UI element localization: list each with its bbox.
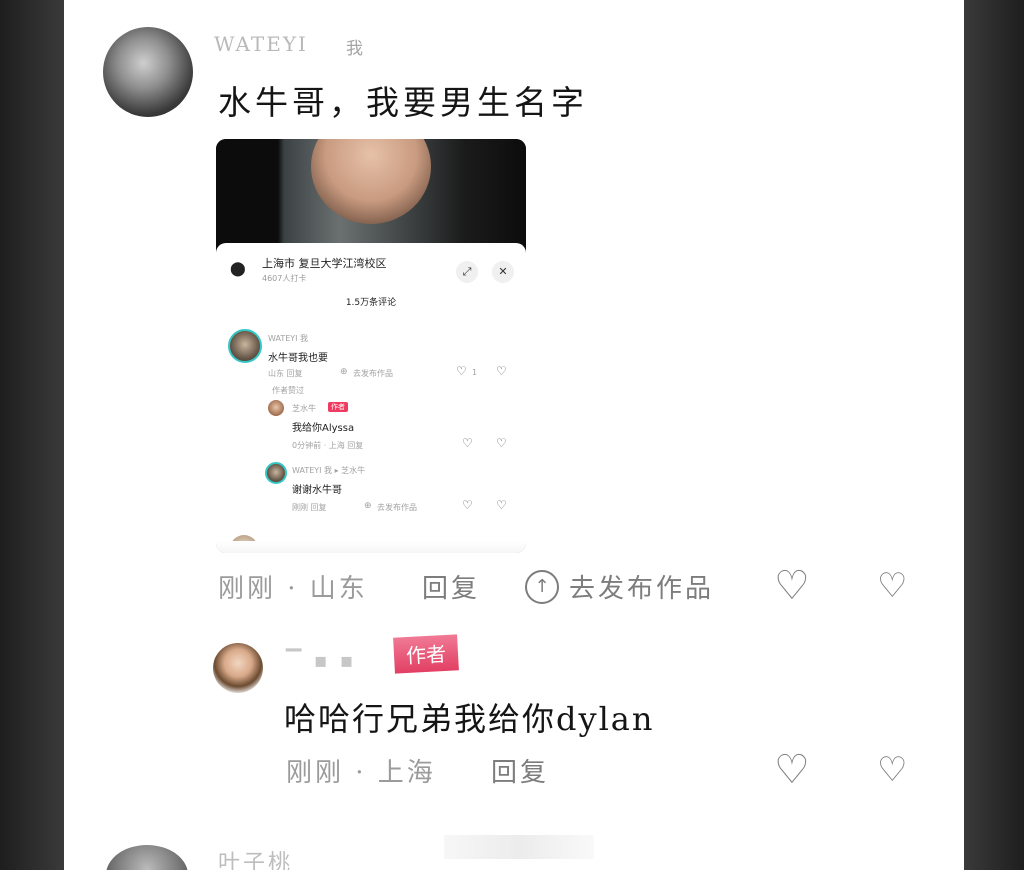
comment-count: 1.5万条评论 [345, 298, 397, 308]
reply-button[interactable]: 回复 [422, 568, 480, 605]
broken-heart-icon[interactable]: ♡ [877, 750, 907, 790]
comment-meta: 0分钟前 · 上海 回复 [292, 441, 364, 450]
comment-meta: 山东 回复 [268, 369, 303, 378]
comment-username[interactable]: WATEYI 我 [268, 333, 308, 344]
heart-icon[interactable]: ♡ [462, 498, 473, 512]
author-badge: 作者 [328, 402, 348, 412]
broken-heart-icon[interactable]: ♡ [496, 498, 507, 512]
blurred-area [444, 835, 594, 859]
like-count: 1 [472, 368, 478, 377]
comment-text: 我给你Alyssa [292, 423, 355, 434]
right-backdrop [964, 0, 1024, 870]
location-pin-icon: ⬤ [230, 261, 246, 277]
comment-image[interactable]: ⬤ 上海市 复旦大学江湾校区 4607人打卡 ⤢ ✕ 1.5万条评论 WATEY… [216, 139, 526, 553]
comment-meta: 刚刚 · 上海 [286, 758, 436, 788]
comment-text: 水牛哥我也要 [268, 353, 328, 364]
checkin-count: 4607人打卡 [262, 274, 307, 283]
arrow-up-circle-icon[interactable]: ⊕ [364, 501, 372, 511]
comment-username[interactable]: WATEYI [214, 32, 308, 56]
publish-link[interactable]: 去发布作品 [377, 502, 417, 513]
comment-page: WATEYI 我 水牛哥，我要男生名字 ⬤ 上海市 复旦大学江湾校区 4607人… [64, 0, 964, 870]
broken-heart-icon[interactable]: ♡ [496, 436, 507, 450]
comment-username[interactable]: 芝水牛 [292, 403, 316, 414]
arrow-up-circle-icon[interactable]: ↑ [525, 570, 559, 604]
left-backdrop [0, 0, 64, 870]
avatar[interactable] [103, 27, 193, 117]
comment-text: 谢谢水牛哥 [292, 485, 342, 496]
reply-button[interactable]: 回复 [491, 752, 549, 789]
expand-icon[interactable]: ⤢ [456, 261, 478, 283]
avatar[interactable] [213, 643, 263, 693]
close-icon[interactable]: ✕ [492, 261, 514, 283]
heart-icon[interactable]: ♡ [774, 750, 810, 790]
avatar[interactable] [106, 845, 188, 870]
location-label: 上海市 复旦大学江湾校区 [262, 257, 387, 270]
heart-icon[interactable]: ♡ [774, 566, 810, 606]
comment-username[interactable]: 叶子桃 [218, 845, 293, 870]
comment-text: 哈哈行兄弟我给你dylan [284, 700, 655, 738]
heart-icon[interactable]: ♡ [462, 436, 473, 450]
comment-username[interactable]: ▔ ▪ ▪ [286, 648, 356, 672]
arrow-up-circle-icon[interactable]: ⊕ [340, 367, 348, 377]
author-badge: 作者 [393, 634, 459, 674]
publish-link[interactable]: 去发布作品 [569, 568, 714, 605]
me-tag: 我 [346, 39, 363, 59]
comment-meta: 刚刚 回复 [292, 503, 327, 512]
avatar[interactable] [265, 462, 287, 484]
broken-heart-icon[interactable]: ♡ [496, 364, 507, 378]
comment-meta: 刚刚 · 山东 [218, 574, 368, 604]
panel-edge [216, 541, 526, 553]
avatar[interactable] [268, 400, 284, 416]
comment-text: 水牛哥，我要男生名字 [218, 83, 588, 122]
author-liked: 作者赞过 [272, 386, 304, 395]
heart-icon[interactable]: ♡ [456, 364, 467, 378]
comment-username[interactable]: WATEYI 我 ▸ 芝水牛 [292, 465, 365, 476]
broken-heart-icon[interactable]: ♡ [877, 566, 907, 606]
comment-panel: ⬤ 上海市 复旦大学江湾校区 4607人打卡 ⤢ ✕ 1.5万条评论 WATEY… [216, 243, 526, 553]
avatar[interactable] [228, 329, 262, 363]
publish-link[interactable]: 去发布作品 [353, 368, 393, 379]
